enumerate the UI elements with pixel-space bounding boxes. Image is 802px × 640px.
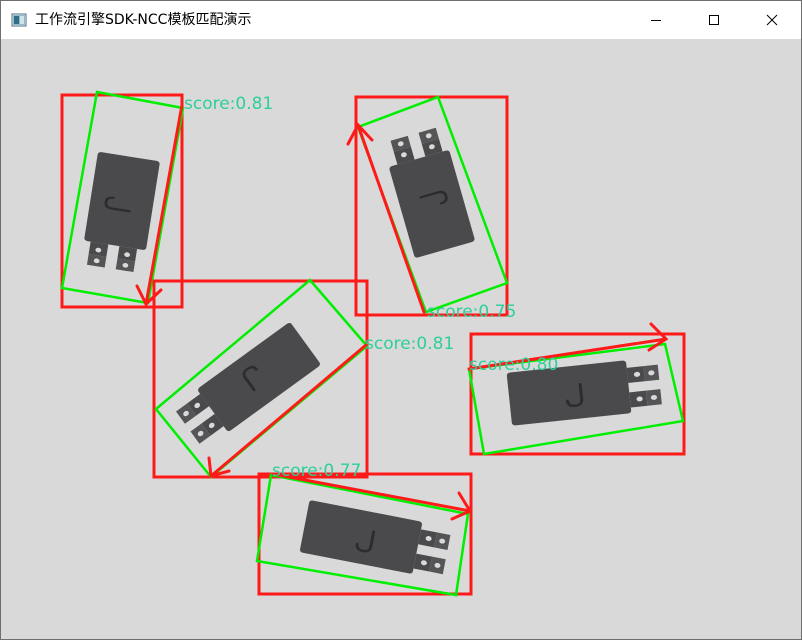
window-title: 工作流引擎SDK-NCC模板匹配演示	[35, 12, 252, 28]
score-label-4: score:0.80	[469, 355, 558, 375]
image-window-icon	[11, 13, 27, 27]
score-label-3: score:0.81	[365, 334, 454, 354]
match-4: score:0.80	[467, 322, 686, 456]
match-5: score:0.77	[255, 461, 473, 597]
match-2: score:0.75	[346, 95, 516, 322]
score-label-5: score:0.77	[272, 461, 361, 481]
part-image-2	[380, 124, 477, 260]
part-image-3	[171, 320, 323, 452]
match-1: score:0.81	[60, 90, 273, 309]
maximize-icon	[709, 15, 719, 25]
close-icon	[766, 14, 778, 26]
minimize-icon	[651, 20, 661, 21]
minimize-button[interactable]	[627, 1, 685, 39]
title-bar[interactable]: 工作流引擎SDK-NCC模板匹配演示	[1, 1, 801, 39]
image-canvas[interactable]: score:0.81 score:0.75 score:0.81 score:0…	[1, 39, 801, 639]
part-image-5	[298, 498, 454, 582]
match-3: score:0.81	[152, 278, 454, 479]
score-label-2: score:0.75	[427, 302, 516, 322]
maximize-button[interactable]	[685, 1, 743, 39]
match-result-image: score:0.81 score:0.75 score:0.81 score:0…	[60, 90, 686, 597]
part-image-1	[78, 150, 162, 275]
app-window: 工作流引擎SDK-NCC模板匹配演示 score:0.81 score:0.75…	[0, 0, 802, 640]
score-label-1: score:0.81	[184, 94, 273, 114]
close-button[interactable]	[743, 1, 801, 39]
